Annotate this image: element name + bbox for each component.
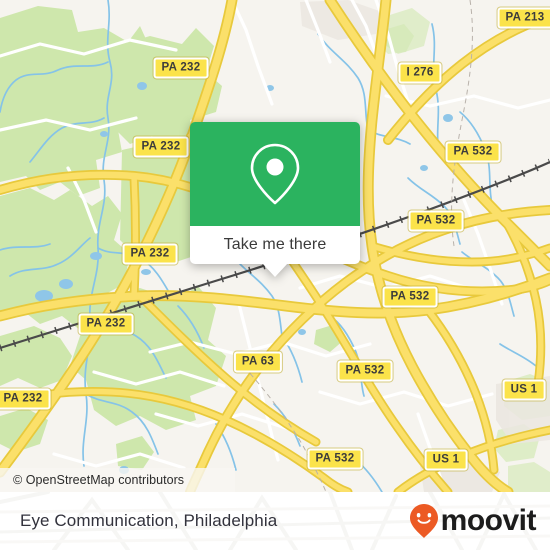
road-shield: PA 232 — [122, 243, 178, 265]
take-me-there-popup[interactable]: Take me there — [190, 122, 360, 277]
map-canvas[interactable]: PA 213 PA 232 I 276 PA 232 PA 532 PA 532 PA 23… — [0, 0, 550, 492]
popup-footer[interactable]: Take me there — [190, 226, 360, 277]
road-shield: PA 232 — [78, 313, 134, 335]
moovit-wordmark: moovit — [440, 504, 537, 537]
road-shield: PA 232 — [133, 136, 189, 158]
road-shield: PA 532 — [445, 141, 501, 163]
road-shield: PA 213 — [497, 7, 550, 29]
moovit-pin-smile-icon — [409, 504, 438, 538]
road-shield: PA 532 — [408, 210, 464, 232]
road-shield: PA 532 — [337, 360, 393, 382]
road-shield: PA 232 — [0, 388, 51, 410]
place-name: Eye Communication, Philadelphia — [20, 511, 278, 530]
map-screen: PA 213 PA 232 I 276 PA 232 PA 532 PA 532 PA 23… — [0, 0, 550, 550]
map-pin-icon — [250, 143, 300, 205]
bottom-info-bar: Eye Communication, Philadelphia moovit — [0, 492, 550, 550]
road-shield: PA 232 — [153, 57, 209, 79]
popup-body[interactable] — [190, 122, 360, 226]
road-shield: PA 532 — [382, 286, 438, 308]
popup-tail — [262, 263, 288, 277]
attribution-text: © OpenStreetMap contributors — [13, 473, 185, 487]
osm-attribution: © OpenStreetMap contributors — [0, 468, 235, 492]
moovit-logo: moovit — [409, 503, 537, 539]
road-shield: US 1 — [502, 379, 546, 401]
take-me-there-label: Take me there — [223, 236, 327, 253]
road-shield: PA 63 — [233, 351, 283, 373]
road-shield: PA 532 — [307, 448, 363, 470]
road-shield: I 276 — [398, 62, 442, 84]
road-shield: US 1 — [424, 449, 468, 471]
